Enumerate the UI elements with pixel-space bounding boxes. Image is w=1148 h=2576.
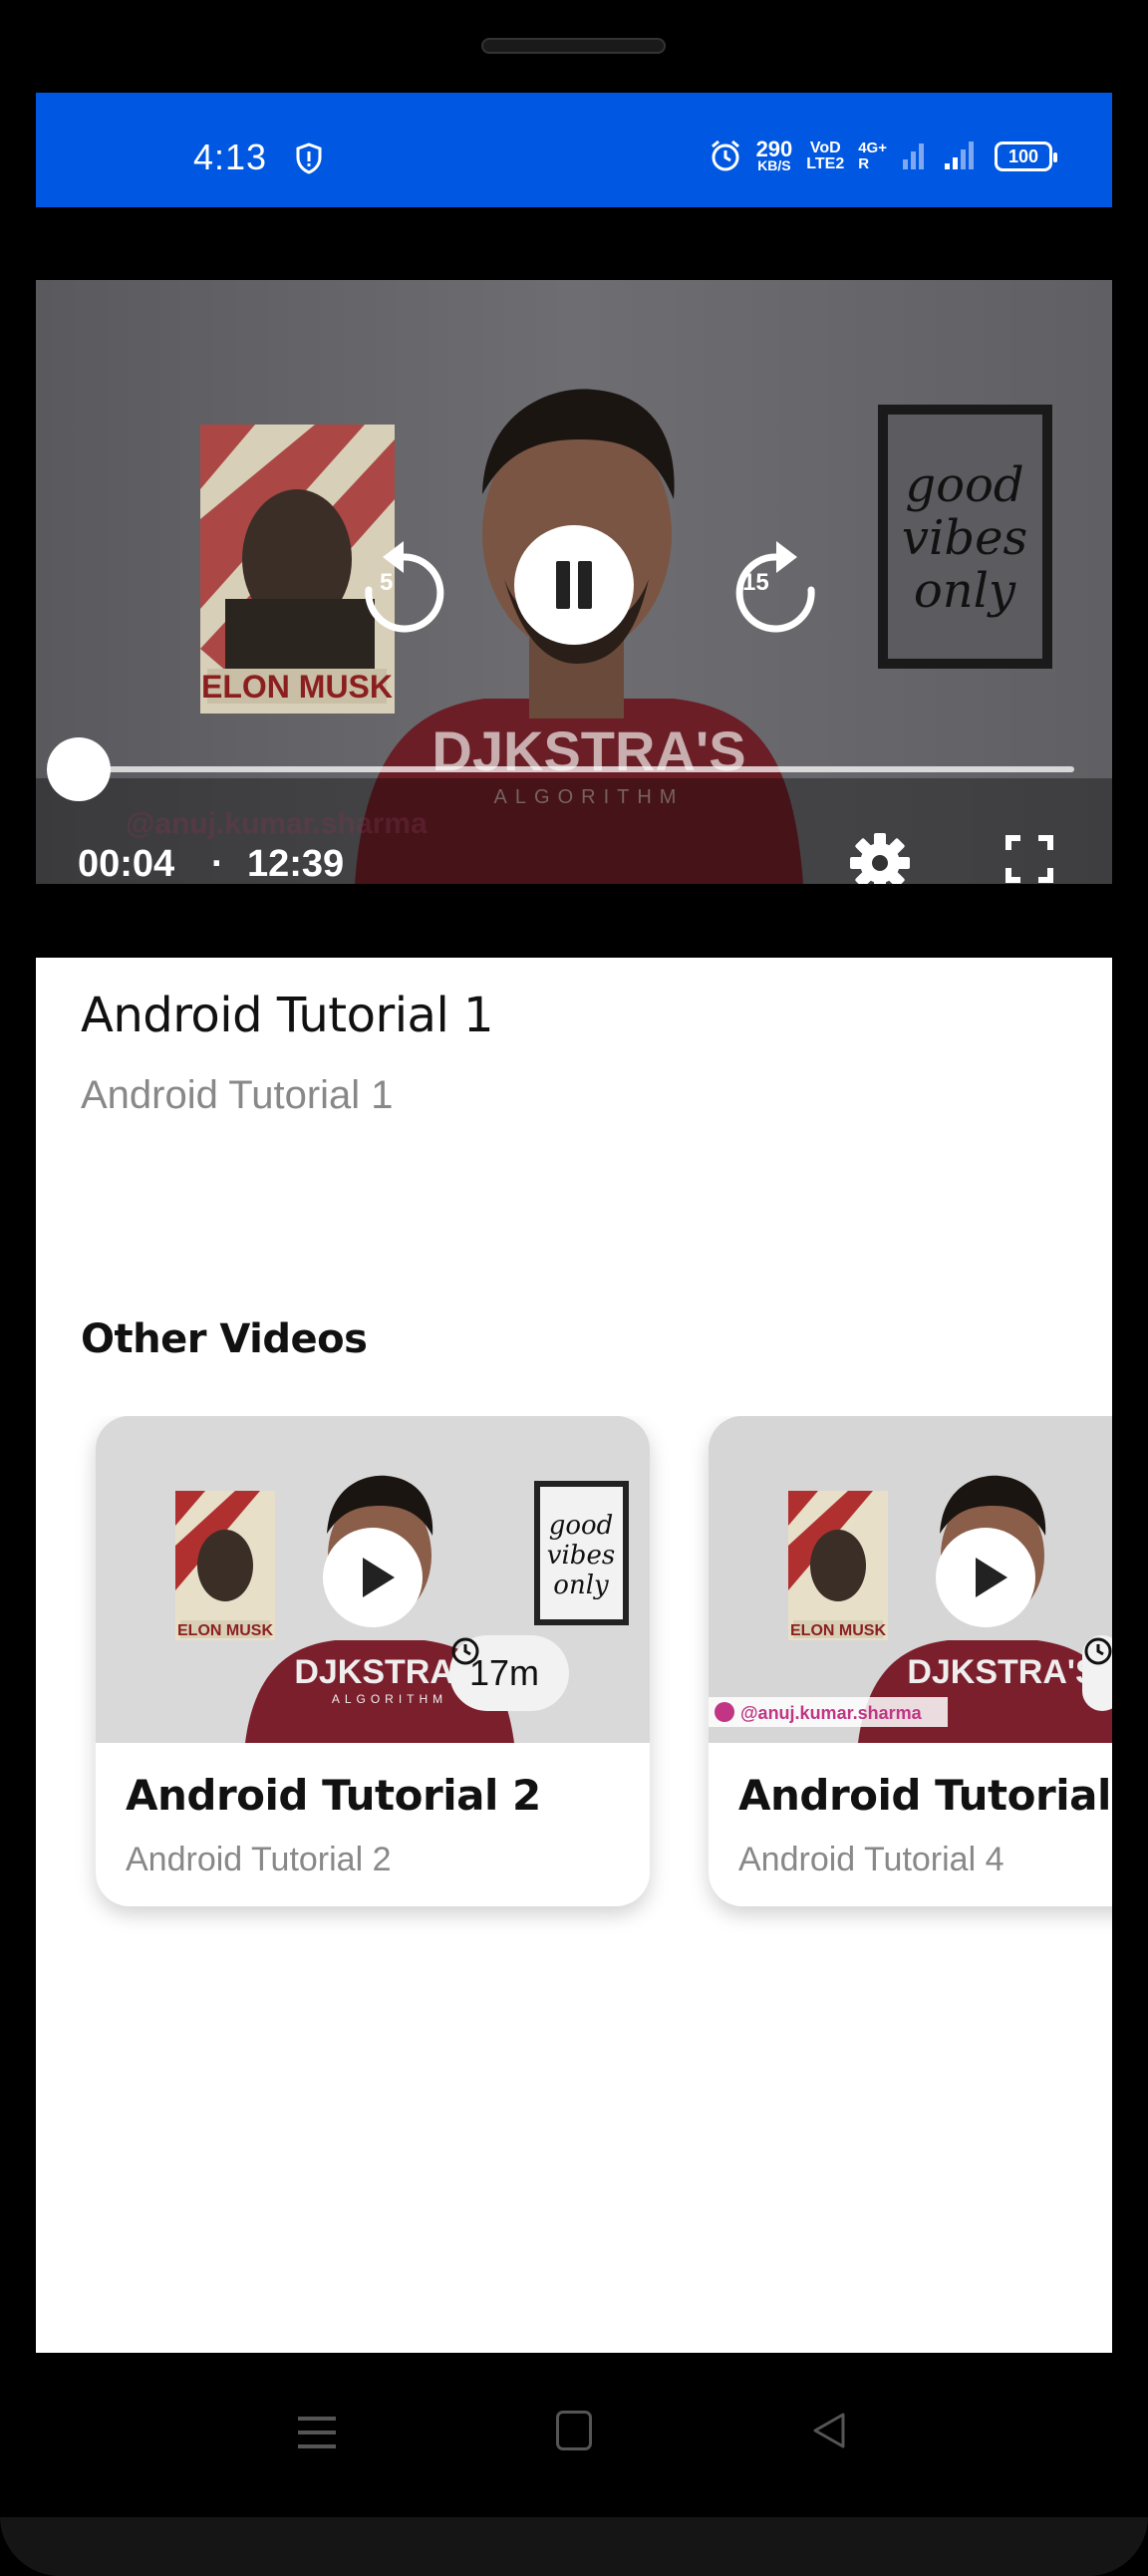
card-subtitle: Android Tutorial 2	[126, 1841, 392, 1878]
svg-text:ALGORITHM: ALGORITHM	[332, 1692, 447, 1706]
video-thumbnail: ELON MUSK good vibes only DJKSTRA'S ALGO…	[96, 1416, 650, 1743]
duration-badge: 17m	[449, 1635, 570, 1711]
volte-bottom: LTE2	[806, 155, 845, 172]
network-speed-unit: KB/S	[757, 157, 791, 173]
svg-text:ELON MUSK: ELON MUSK	[790, 1622, 886, 1639]
recent-apps-icon[interactable]	[296, 2413, 338, 2452]
phone-frame: 4:13 290 KB/S VoD LTE2 4G+ R 100 ELON MU…	[0, 0, 1148, 2576]
svg-text:ELON MUSK: ELON MUSK	[201, 669, 393, 705]
forward-icon[interactable]	[721, 535, 831, 645]
video-thumbnail: ELON MUSK DJKSTRA'S @anuj.kumar.sharma	[709, 1416, 1112, 1743]
home-icon[interactable]	[556, 2411, 592, 2450]
status-bar: 4:13 290 KB/S VoD LTE2 4G+ R 100	[36, 93, 1112, 207]
svg-text:only: only	[553, 1571, 609, 1600]
play-icon[interactable]	[936, 1528, 1035, 1627]
current-time: 00:04	[78, 843, 175, 884]
play-icon[interactable]	[323, 1528, 423, 1627]
controls-overlay	[36, 778, 1112, 884]
other-videos-heading: Other Videos	[81, 1316, 368, 1362]
svg-text:@anuj.kumar.sharma: @anuj.kumar.sharma	[740, 1703, 923, 1723]
seek-thumb[interactable]	[47, 737, 112, 801]
network-speed-value: 290	[755, 137, 793, 161]
network-type: 4G+ R	[858, 141, 887, 172]
total-time: 12:39	[247, 843, 345, 884]
card-subtitle: Android Tutorial 4	[738, 1841, 1004, 1878]
video-card[interactable]: ELON MUSK good vibes only DJKSTRA'S ALGO…	[96, 1416, 650, 1906]
svg-text:good: good	[549, 1511, 614, 1541]
svg-text:DJKSTRA'S: DJKSTRA'S	[431, 719, 745, 782]
phone-chin	[0, 2517, 1148, 2576]
system-navigation-bar	[0, 2353, 1148, 2517]
network-speed: 290 KB/S	[755, 137, 793, 173]
rewind-seconds: 5	[380, 569, 394, 596]
fullscreen-icon[interactable]	[1004, 834, 1054, 884]
network-type-bottom: R	[858, 155, 870, 172]
battery-level: 100	[1007, 145, 1039, 166]
status-time: 4:13	[193, 137, 268, 177]
thumbnail-image: ELON MUSK DJKSTRA'S @anuj.kumar.sharma	[709, 1416, 1112, 1743]
svg-text:vibes: vibes	[547, 1541, 615, 1571]
card-title: Android Tutorial 3	[738, 1771, 1112, 1820]
video-card[interactable]: ELON MUSK DJKSTRA'S @anuj.kumar.sharma A…	[709, 1416, 1112, 1906]
time-separator: ·	[211, 843, 224, 884]
svg-text:good: good	[905, 457, 1023, 513]
network-type-top: 4G+	[858, 140, 887, 156]
video-details: Android Tutorial 1 Android Tutorial 1 Ot…	[36, 958, 1112, 2353]
shield-icon	[296, 143, 322, 174]
alarm-icon	[711, 140, 739, 171]
card-title: Android Tutorial 2	[126, 1771, 541, 1820]
clock-icon	[1084, 1637, 1112, 1665]
other-videos-carousel[interactable]: ELON MUSK good vibes only DJKSTRA'S ALGO…	[36, 1416, 1112, 1934]
duration-badge	[1082, 1635, 1112, 1711]
signal-icon	[903, 142, 974, 169]
status-indicators: 290 KB/S VoD LTE2 4G+ R 100	[709, 135, 1057, 178]
settings-gear-icon[interactable]	[847, 830, 913, 884]
back-icon[interactable]	[809, 2411, 849, 2450]
video-title: Android Tutorial 1	[81, 988, 494, 1043]
seek-bar[interactable]	[72, 766, 1074, 772]
svg-text:ELON MUSK: ELON MUSK	[177, 1622, 273, 1639]
svg-text:only: only	[914, 563, 1016, 619]
svg-text:DJKSTRA'S: DJKSTRA'S	[907, 1653, 1097, 1691]
battery-icon: 100	[995, 142, 1057, 171]
video-subtitle: Android Tutorial 1	[81, 1073, 394, 1117]
earpiece-speaker	[481, 38, 666, 54]
rewind-icon[interactable]	[349, 535, 458, 645]
forward-seconds: 15	[742, 569, 769, 596]
volte-top: VoD	[809, 140, 841, 156]
pause-button[interactable]	[514, 525, 634, 645]
app-screen: 4:13 290 KB/S VoD LTE2 4G+ R 100 ELON MU…	[36, 93, 1112, 2353]
volte-indicator: VoD LTE2	[806, 141, 844, 172]
video-player[interactable]: ELON MUSK good vibes only DJKSTRA'S ALGO…	[36, 280, 1112, 884]
clock-icon	[451, 1637, 479, 1665]
svg-text:vibes: vibes	[902, 510, 1027, 566]
